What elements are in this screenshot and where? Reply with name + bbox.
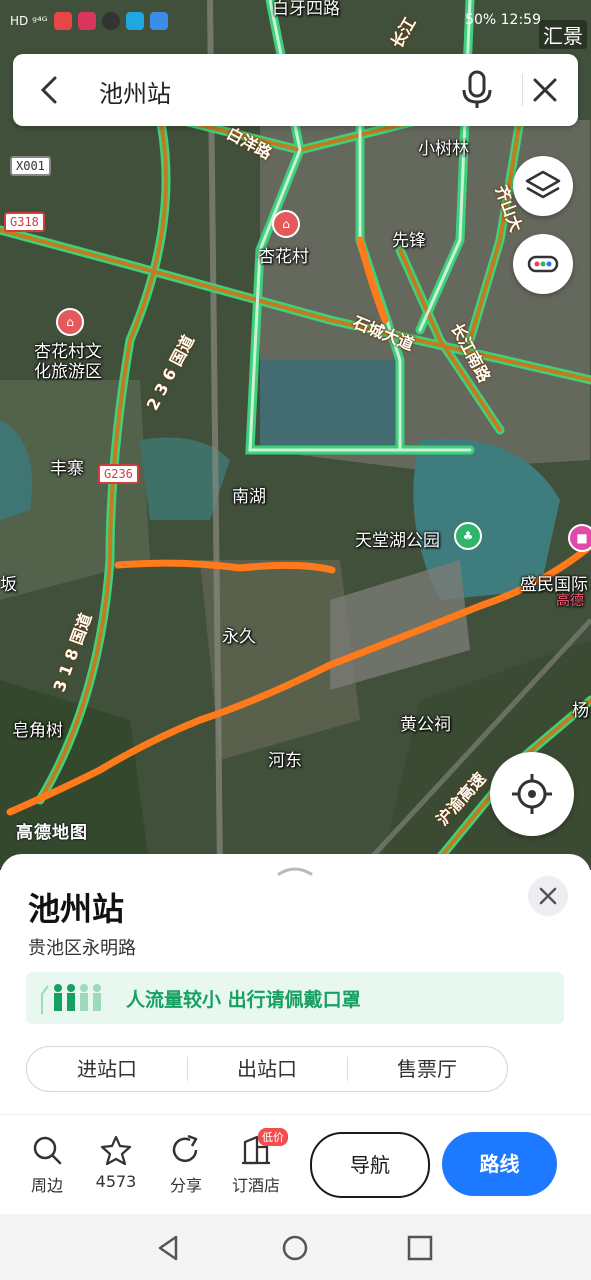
close-icon — [539, 887, 557, 905]
action-bar: 周边 4573 分享 低价 订酒店 导航 路线 — [0, 1116, 591, 1214]
navigate-button[interactable]: 导航 — [310, 1132, 430, 1198]
app-icon — [77, 12, 96, 30]
place-label: 坂 — [0, 575, 17, 595]
tab-entrance[interactable]: 进站口 — [27, 1047, 187, 1091]
nearby-button[interactable]: 周边 — [17, 1134, 77, 1196]
bulb-icon — [125, 12, 144, 30]
place-label: 杨 — [572, 701, 589, 721]
discount-badge: 低价 — [258, 1128, 288, 1146]
amap-logo: 高德地图 — [16, 823, 88, 843]
favorite-count: 4573 — [95, 1172, 137, 1191]
place-label: 南湖 — [232, 487, 266, 507]
book-hotel-button[interactable]: 低价 订酒店 — [226, 1128, 288, 1196]
place-label: 杏花村文化旅游区 — [34, 342, 102, 382]
back-arrow-icon[interactable] — [33, 72, 69, 108]
recorder-icon — [53, 12, 72, 30]
tab-ticket-hall[interactable]: 售票厅 — [347, 1047, 507, 1091]
divider — [522, 74, 523, 106]
tab-exit[interactable]: 出站口 — [187, 1047, 347, 1091]
layers-icon — [525, 170, 561, 199]
chat-icon — [101, 12, 120, 30]
place-label: 黄公祠 — [400, 715, 451, 735]
star-icon — [100, 1135, 132, 1166]
share-icon — [172, 1134, 198, 1163]
locate-me-button[interactable] — [490, 752, 574, 836]
favorite-button[interactable]: 4573 — [86, 1134, 146, 1191]
search-icon — [33, 1136, 62, 1165]
place-label: 先锋 — [392, 231, 426, 251]
poi-pin-icon[interactable]: ⌂ — [272, 210, 300, 238]
place-label: 河东 — [268, 751, 302, 771]
poi-pin-icon[interactable]: ⌂ — [56, 308, 84, 336]
system-recents-icon[interactable] — [404, 1232, 436, 1264]
more-dots-icon — [527, 255, 559, 273]
search-query[interactable]: 池州站 — [99, 74, 171, 109]
more-tools-button[interactable] — [513, 234, 573, 294]
map-canvas — [0, 0, 591, 870]
road-shield: G236 — [98, 464, 139, 484]
sheet-handle-icon[interactable] — [277, 864, 313, 876]
layers-button[interactable] — [513, 156, 573, 216]
place-address: 贵池区永明路 — [28, 938, 136, 959]
divider — [0, 1114, 591, 1115]
map-view[interactable]: 白牙四路 小树林 杏花村 先锋 杏花村文化旅游区 丰寨 南湖 天堂湖公园 盛民国… — [0, 0, 591, 870]
clear-search-icon[interactable] — [529, 74, 561, 106]
place-label: 高德 — [556, 593, 584, 609]
nearby-label: 周边 — [30, 1176, 63, 1195]
system-home-icon[interactable] — [279, 1232, 311, 1264]
place-detail-sheet[interactable]: 池州站 贵池区永明路 人流量较小 出行请佩戴口罩 进站口 出站口 售票厅 — [0, 854, 591, 1116]
place-label: 天堂湖公园 — [355, 531, 440, 551]
close-sheet-button[interactable] — [528, 876, 568, 916]
cloud-icon — [149, 12, 168, 30]
place-label: 皂角树 — [12, 721, 63, 741]
crowd-notice: 人流量较小 出行请佩戴口罩 — [26, 972, 564, 1024]
crowd-people-icon — [41, 984, 101, 1014]
place-label: 杏花村 — [258, 247, 309, 267]
share-button[interactable]: 分享 — [156, 1134, 216, 1196]
system-back-icon[interactable] — [152, 1232, 184, 1264]
network-indicator: HD ᵍ⁴ᴳ — [10, 14, 48, 28]
place-label: 小树林 — [418, 139, 469, 159]
status-bar: HD ᵍ⁴ᴳ 50% 12:59 — [0, 0, 591, 44]
place-label: 丰寨 — [50, 459, 84, 479]
microphone-icon[interactable] — [457, 68, 497, 112]
place-title: 池州站 — [28, 890, 125, 928]
corner-place-label: 汇景 — [539, 20, 587, 49]
place-label: 永久 — [222, 627, 256, 647]
crowd-notice-text: 人流量较小 出行请佩戴口罩 — [126, 989, 361, 1011]
system-navigation-bar — [0, 1214, 591, 1280]
road-shield: X001 — [10, 156, 51, 176]
route-button[interactable]: 路线 — [442, 1132, 557, 1196]
search-bar[interactable]: 池州站 — [13, 54, 578, 126]
park-pin-icon[interactable]: ♣ — [454, 522, 482, 550]
road-shield: G318 — [4, 212, 45, 232]
battery-time: 50% 12:59 — [465, 12, 541, 28]
locate-icon — [512, 774, 552, 814]
hotel-label: 订酒店 — [231, 1176, 280, 1195]
station-pin-icon[interactable]: ■ — [568, 524, 591, 552]
share-label: 分享 — [169, 1176, 202, 1195]
station-entrance-tabs: 进站口 出站口 售票厅 — [26, 1046, 508, 1092]
